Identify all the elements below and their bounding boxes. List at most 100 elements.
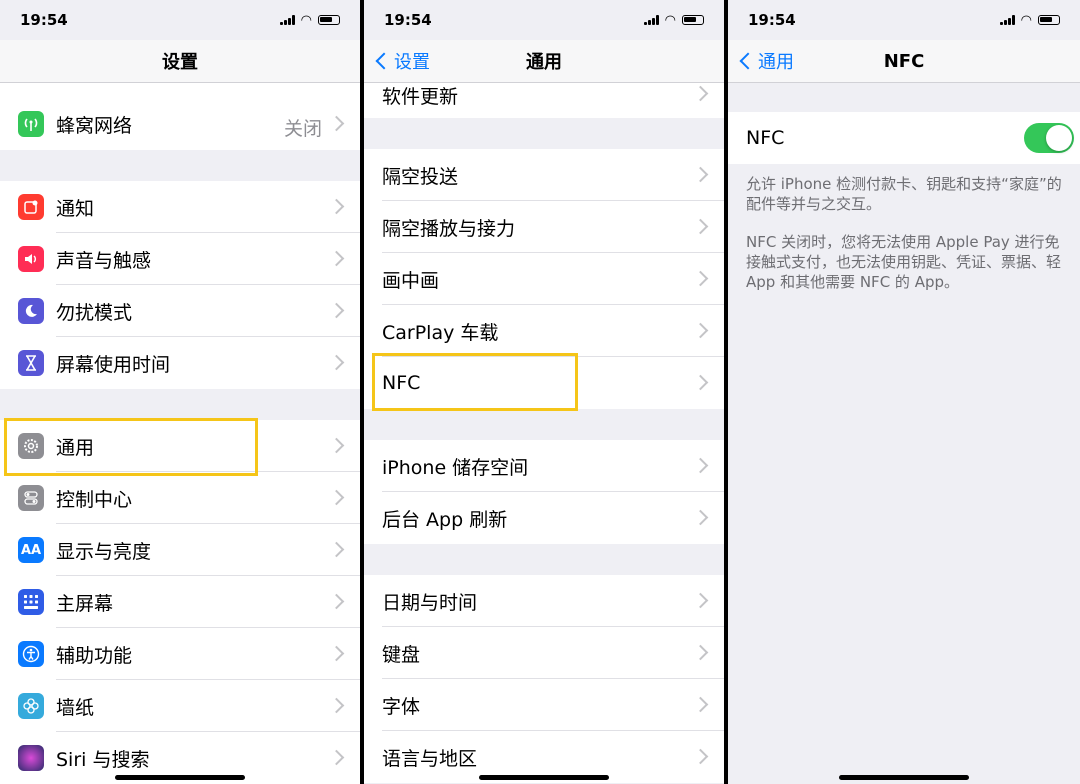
row-label: 辅助功能 (56, 644, 133, 667)
page-title: 通用 (526, 52, 562, 73)
chevron-left-icon (375, 52, 393, 70)
accessibility-icon (18, 641, 44, 667)
back-button[interactable]: 通用 (736, 40, 794, 82)
nav-bar: 设置 通用 (364, 40, 724, 83)
status-time: 19:54 (384, 11, 432, 29)
chevron-right-icon (328, 593, 345, 610)
moon-icon (18, 298, 44, 324)
general-row-carplay[interactable]: CarPlay 车载 (364, 305, 724, 357)
chevron-right-icon (328, 541, 345, 558)
row-label: CarPlay 车载 (382, 321, 499, 344)
status-icons: ◠ (279, 12, 340, 28)
signal-icon (279, 15, 295, 25)
chevron-right-icon (328, 489, 345, 506)
status-icons: ◠ (999, 12, 1060, 28)
chevron-right-icon (692, 644, 709, 661)
row-label: 显示与亮度 (56, 540, 152, 563)
settings-row-dnd[interactable]: 勿扰模式 (0, 285, 360, 337)
chevron-right-icon (692, 457, 709, 474)
row-label: 软件更新 (382, 86, 459, 108)
highlight-box-general (4, 418, 258, 476)
general-row-date-time[interactable]: 日期与时间 (364, 575, 724, 627)
highlight-box-nfc (372, 353, 578, 411)
row-label: 控制中心 (56, 488, 133, 511)
row-label: 隔空投送 (382, 165, 459, 188)
status-bar: 19:54 ◠ (0, 0, 360, 40)
toggle-knob (1046, 125, 1072, 151)
general-row-airplay[interactable]: 隔空播放与接力 (364, 201, 724, 253)
battery-icon (318, 15, 340, 25)
chevron-right-icon (692, 592, 709, 609)
settings-row-accessibility[interactable]: 辅助功能 (0, 628, 360, 680)
general-row-pip[interactable]: 画中画 (364, 253, 724, 305)
row-label: 日期与时间 (382, 591, 478, 614)
back-label: 通用 (758, 52, 794, 73)
general-row-background-refresh[interactable]: 后台 App 刷新 (364, 492, 724, 544)
settings-row-sounds[interactable]: 声音与触感 (0, 233, 360, 285)
back-button[interactable]: 设置 (372, 40, 430, 82)
nav-bar: 设置 (0, 40, 360, 83)
row-label: 画中画 (382, 269, 440, 292)
settings-row-control-center[interactable]: 控制中心 (0, 472, 360, 524)
general-row-keyboard[interactable]: 键盘 (364, 627, 724, 679)
status-time: 19:54 (748, 11, 796, 29)
wifi-icon: ◠ (664, 12, 676, 28)
chevron-right-icon (328, 198, 345, 215)
nfc-toggle-row: NFC (728, 112, 1080, 164)
page-title: 设置 (162, 52, 198, 73)
general-row-fonts[interactable]: 字体 (364, 679, 724, 731)
notification-icon (18, 194, 44, 220)
home-indicator (115, 775, 245, 780)
chevron-right-icon (692, 696, 709, 713)
battery-icon (1038, 15, 1060, 25)
nfc-content: NFC 允许 iPhone 检测付款卡、钥匙和支持“家庭”的配件等并与之交互。 … (728, 82, 1080, 292)
row-label: 通知 (56, 197, 95, 220)
chevron-right-icon (328, 645, 345, 662)
nfc-toggle-label: NFC (746, 127, 785, 149)
settings-row-cellular[interactable]: 蜂窝网络 关闭 (0, 82, 360, 150)
chevron-right-icon (328, 115, 345, 132)
row-label: 蜂窝网络 (56, 114, 133, 137)
home-indicator (839, 775, 969, 780)
settings-row-display[interactable]: AA 显示与亮度 (0, 524, 360, 576)
chevron-right-icon (328, 749, 345, 766)
status-bar: 19:54 ◠ (364, 0, 724, 40)
general-list: 软件更新 隔空投送 隔空播放与接力 画中画 CarPlay 车载 NFC iPh… (364, 82, 724, 783)
speaker-icon (18, 246, 44, 272)
general-row-storage[interactable]: iPhone 储存空间 (364, 440, 724, 492)
chevron-right-icon (692, 270, 709, 287)
chevron-right-icon (328, 697, 345, 714)
chevron-right-icon (692, 748, 709, 765)
toggles-icon (18, 485, 44, 511)
siri-icon (18, 745, 44, 771)
row-label: 屏幕使用时间 (56, 353, 171, 376)
settings-row-wallpaper[interactable]: 墙纸 (0, 680, 360, 732)
row-label: iPhone 储存空间 (382, 456, 529, 479)
nfc-description: 允许 iPhone 检测付款卡、钥匙和支持“家庭”的配件等并与之交互。 (746, 175, 1062, 213)
row-label: 勿扰模式 (56, 301, 133, 324)
row-label: 隔空播放与接力 (382, 217, 516, 240)
nfc-toggle[interactable] (1024, 123, 1074, 153)
settings-screen: 19:54 ◠ 设置 蜂窝网络 关闭 通知 声音与触感 勿扰模式 屏幕使用时间 … (0, 0, 360, 784)
wifi-icon: ◠ (300, 12, 312, 28)
chevron-right-icon (328, 302, 345, 319)
settings-row-screentime[interactable]: 屏幕使用时间 (0, 337, 360, 389)
antenna-icon (18, 111, 44, 137)
chevron-right-icon (328, 354, 345, 371)
chevron-right-icon (692, 509, 709, 526)
settings-row-notifications[interactable]: 通知 (0, 181, 360, 233)
hourglass-icon (18, 350, 44, 376)
chevron-right-icon (692, 166, 709, 183)
general-row-airdrop[interactable]: 隔空投送 (364, 149, 724, 201)
row-label: 主屏幕 (56, 592, 114, 615)
chevron-left-icon (739, 52, 757, 70)
signal-icon (643, 15, 659, 25)
home-indicator (479, 775, 609, 780)
row-label: 键盘 (382, 643, 421, 666)
row-label: 后台 App 刷新 (382, 508, 508, 531)
general-row-software-update[interactable]: 软件更新 (364, 82, 724, 118)
row-label: 语言与地区 (382, 747, 478, 770)
wifi-icon: ◠ (1020, 12, 1032, 28)
row-value: 关闭 (283, 118, 322, 140)
settings-row-home-screen[interactable]: 主屏幕 (0, 576, 360, 628)
